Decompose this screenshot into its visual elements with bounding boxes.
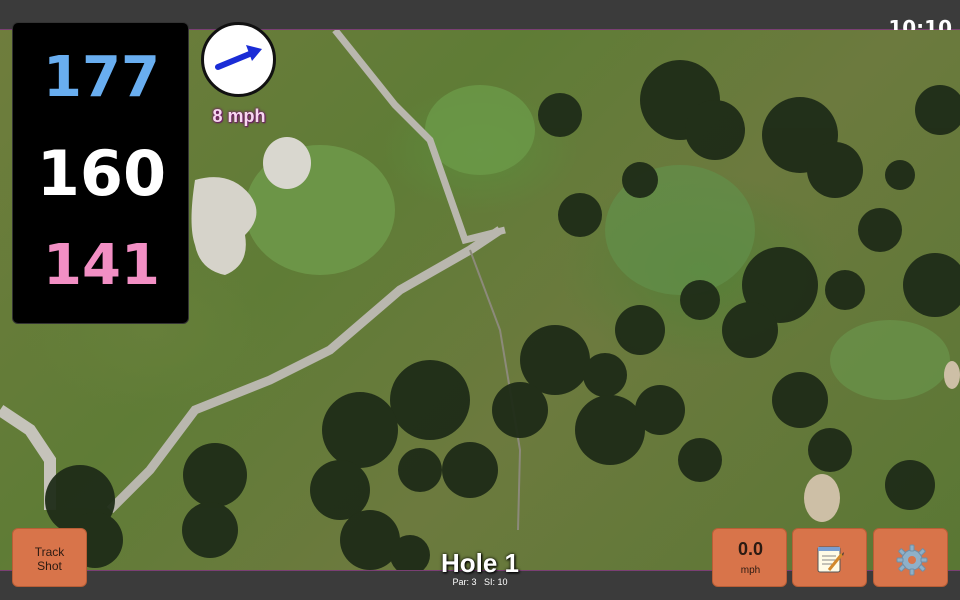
track-shot-label-line1: Track xyxy=(34,545,65,559)
hole-title: Hole 1 xyxy=(440,548,520,578)
track-shot-label-line2: Shot xyxy=(37,559,62,573)
wind-speed: 8 mph xyxy=(212,106,266,126)
notes-button[interactable] xyxy=(792,528,867,587)
middle-distance: 160 xyxy=(36,137,167,210)
notepad-icon xyxy=(817,546,844,573)
wind-indicator xyxy=(201,22,276,97)
speed-button[interactable]: 0.0 mph xyxy=(712,528,787,587)
gear-icon xyxy=(896,544,928,576)
track-shot-button[interactable]: Track Shot xyxy=(12,528,87,587)
speed-value: 0.0 xyxy=(737,539,764,559)
speed-unit: mph xyxy=(740,565,761,576)
front-distance: 141 xyxy=(43,233,160,298)
settings-button[interactable] xyxy=(873,528,948,587)
si-label: SI: 10 xyxy=(484,577,508,587)
back-distance: 177 xyxy=(43,45,160,110)
par-label: Par: 3 xyxy=(452,577,477,587)
distance-panel: 177 160 141 xyxy=(12,22,189,324)
hole-info: Par: 3 SI: 10 xyxy=(380,577,580,587)
arrow-right-icon xyxy=(215,45,262,70)
